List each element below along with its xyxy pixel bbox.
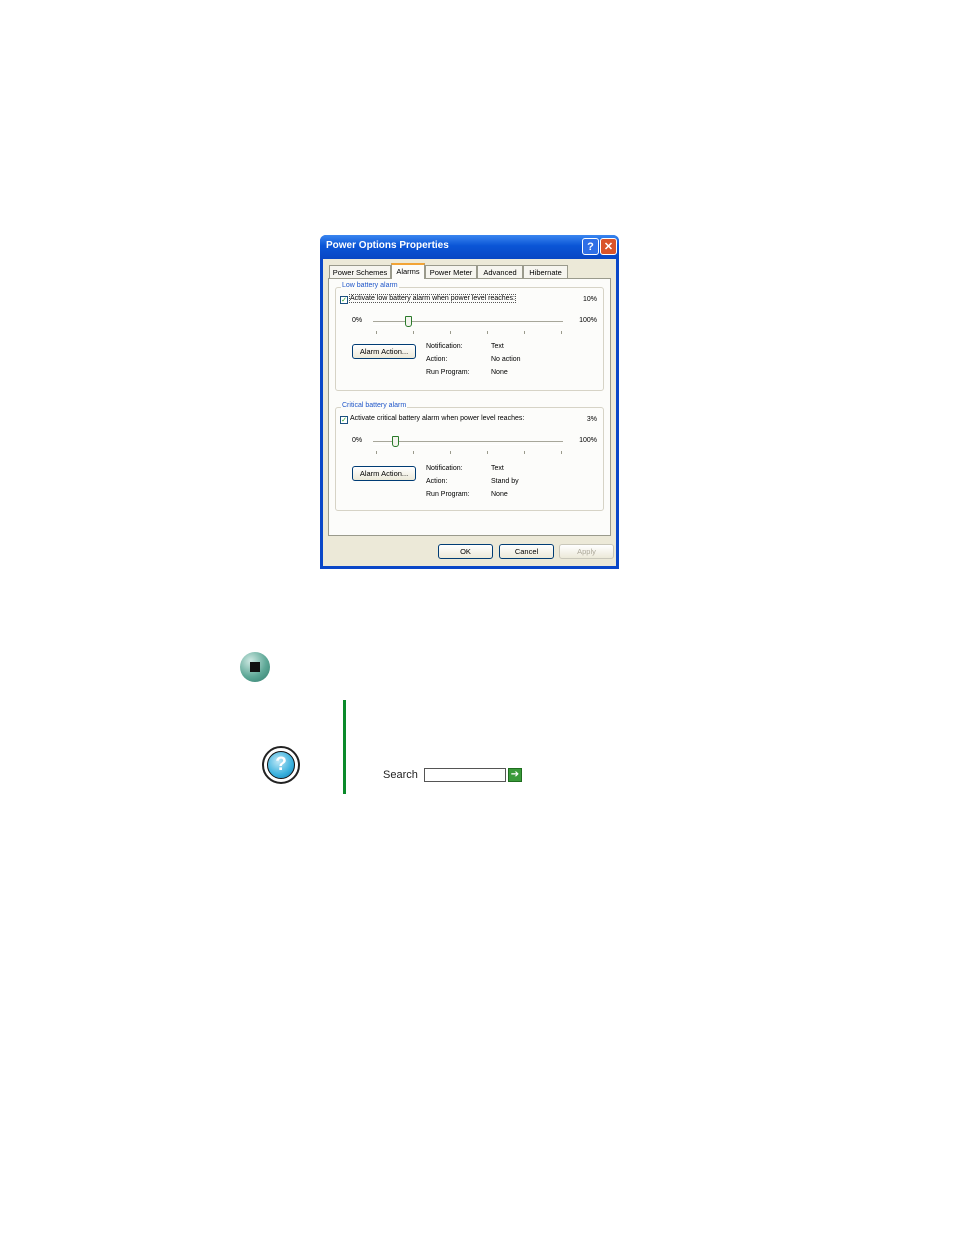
apply-button[interactable]: Apply [559,544,614,559]
low-slider-thumb[interactable] [405,316,413,327]
low-slider-max-label: 100% [579,317,597,324]
slider-tick [450,331,451,334]
tab-advanced[interactable]: Advanced [477,265,523,278]
stop-icon [240,652,270,682]
slider-tick [413,331,414,334]
slider-tick [376,451,377,454]
slider-tick [487,331,488,334]
tab-power-schemes[interactable]: Power Schemes [329,265,391,278]
arrow-right-icon: ➔ [510,769,520,780]
low-action-value: No action [491,356,521,363]
critical-run-program-label: Run Program: [426,491,470,498]
help-icon: ? [262,746,300,784]
ok-button[interactable]: OK [438,544,493,559]
low-battery-group-label: Low battery alarm [341,282,399,289]
search-input[interactable] [424,768,506,782]
critical-alarm-action-button[interactable]: Alarm Action... [352,466,416,481]
low-slider-min-label: 0% [352,317,363,324]
search-label: Search [383,769,418,781]
alarms-panel: Low battery alarm ✓ Activate low battery… [328,278,611,536]
help-icon-titlebar: ? [587,241,594,253]
search-go-button[interactable]: ➔ [508,768,522,782]
slider-tick [524,451,525,454]
critical-run-program-value: None [491,491,508,498]
low-notification-label: Notification: [426,343,463,350]
critical-battery-checkbox-label[interactable]: Activate critical battery alarm when pow… [350,415,524,422]
close-icon: ✕ [603,241,614,253]
slider-tick [413,451,414,454]
low-run-program-value: None [491,369,508,376]
slider-tick [487,451,488,454]
critical-notification-label: Notification: [426,465,463,472]
critical-notification-value: Text [491,465,504,472]
low-notification-value: Text [491,343,504,350]
critical-battery-percent: 3% [586,416,597,423]
tab-alarms[interactable]: Alarms [391,263,425,279]
critical-battery-slider[interactable] [373,436,563,447]
tab-power-meter[interactable]: Power Meter [425,265,477,278]
critical-slider-min-label: 0% [352,437,363,444]
slider-tick [561,451,562,454]
help-icon-glyph: ? [267,751,295,779]
low-battery-checkbox-label[interactable]: Activate low battery alarm when power le… [349,294,516,303]
slider-tick [561,331,562,334]
critical-slider-max-label: 100% [579,437,597,444]
slider-tick [376,331,377,334]
cancel-button[interactable]: Cancel [499,544,554,559]
low-battery-slider[interactable] [373,316,563,327]
low-battery-percent: 10% [582,296,597,303]
critical-action-value: Stand by [491,478,519,485]
critical-battery-checkbox[interactable]: ✓ [340,416,348,424]
dialog-title: Power Options Properties [326,240,449,251]
critical-battery-group-label: Critical battery alarm [341,402,408,409]
low-action-label: Action: [426,356,448,363]
slider-tick [524,331,525,334]
dialog-client: Power Schemes Alarms Power Meter Advance… [323,259,616,566]
low-run-program-label: Run Program: [426,369,470,376]
slider-tick [450,451,451,454]
stop-square [250,662,260,672]
critical-slider-thumb[interactable] [392,436,400,447]
critical-action-label: Action: [426,478,448,485]
title-bar[interactable]: Power Options Properties ? ✕ [320,235,619,259]
help-sidebar-rule [343,700,346,794]
low-battery-group: Low battery alarm ✓ Activate low battery… [335,282,604,391]
critical-battery-group: Critical battery alarm ✓ Activate critic… [335,402,604,511]
help-button[interactable]: ? [582,238,599,255]
close-button[interactable]: ✕ [600,238,617,255]
low-alarm-action-button[interactable]: Alarm Action... [352,344,416,359]
tab-hibernate[interactable]: Hibernate [523,265,568,278]
low-battery-checkbox[interactable]: ✓ [340,296,348,304]
power-options-dialog: Power Options Properties ? ✕ Power Schem… [320,235,619,569]
